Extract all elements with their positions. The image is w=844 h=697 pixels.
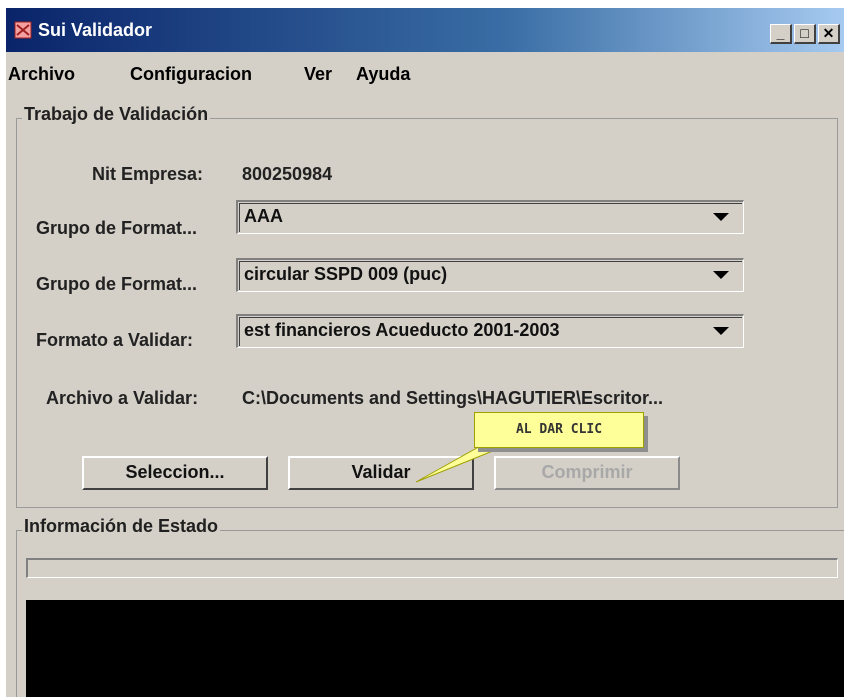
trabajo-title: Trabajo de Validación	[22, 104, 211, 125]
grupo2-combo[interactable]: circular SSPD 009 (puc)	[236, 258, 744, 292]
title-bar[interactable]: Sui Validador _ □ ✕	[6, 8, 844, 52]
window-title: Sui Validador	[38, 20, 153, 40]
formato-combo[interactable]: est financieros Acueducto 2001-2003	[236, 314, 744, 348]
maximize-button[interactable]: □	[794, 24, 816, 44]
archivo-value: C:\Documents and Settings\HAGUTIER\Escri…	[242, 388, 664, 408]
chevron-down-icon	[713, 213, 729, 221]
grupo2-label: Grupo de Format...	[36, 274, 198, 294]
seleccion-button[interactable]: Seleccion...	[82, 456, 268, 490]
menu-ayuda[interactable]: Ayuda	[356, 64, 410, 85]
callout-note: AL DAR CLIC	[474, 412, 644, 448]
minimize-button[interactable]: _	[770, 24, 792, 44]
formato-label: Formato a Validar:	[36, 330, 194, 350]
grupo2-value: circular SSPD 009 (puc)	[244, 264, 448, 284]
formato-value: est financieros Acueducto 2001-2003	[244, 320, 560, 340]
nit-label: Nit Empresa:	[92, 164, 204, 184]
estado-title: Información de Estado	[22, 516, 221, 537]
app-icon	[14, 21, 32, 39]
menu-bar: Archivo Configuracion Ver Ayuda	[6, 60, 844, 88]
chevron-down-icon	[713, 327, 729, 335]
nit-value: 800250984	[242, 164, 333, 184]
grupo1-combo[interactable]: AAA	[236, 200, 744, 234]
grupo1-label: Grupo de Format...	[36, 218, 198, 238]
app-window: Sui Validador _ □ ✕ Archivo Configuracio…	[6, 8, 844, 697]
archivo-label: Archivo a Validar:	[46, 388, 199, 408]
grupo1-value: AAA	[244, 206, 283, 226]
close-button[interactable]: ✕	[818, 24, 840, 44]
menu-configuracion[interactable]: Configuracion	[130, 64, 252, 85]
menu-archivo[interactable]: Archivo	[8, 64, 75, 85]
menu-ver[interactable]: Ver	[304, 64, 332, 85]
output-console	[26, 600, 844, 697]
chevron-down-icon	[713, 271, 729, 279]
progress-bar	[26, 558, 838, 578]
